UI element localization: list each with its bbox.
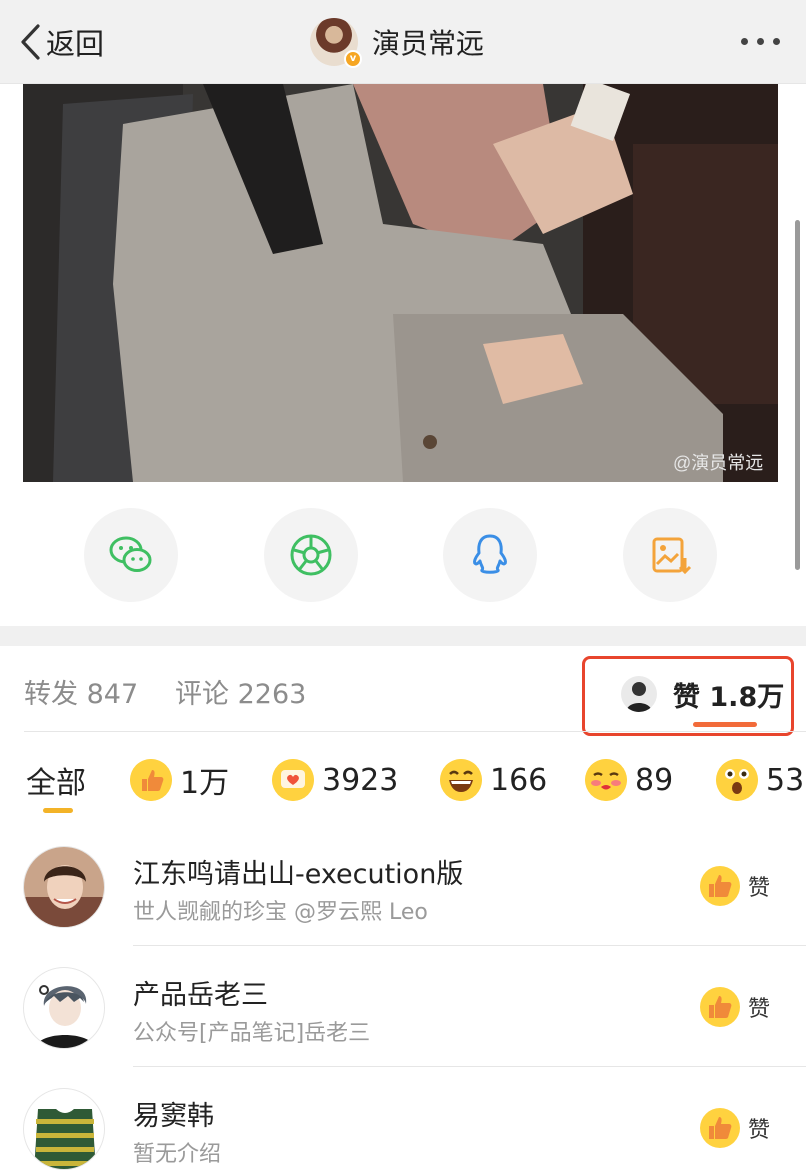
reaction-tab-all[interactable]: 全部 (26, 756, 86, 804)
reaction-count: 89 (635, 762, 674, 798)
like-button[interactable]: 赞 (700, 987, 770, 1027)
tab-comment[interactable]: 评论 2263 (175, 672, 306, 711)
surprise-icon (716, 759, 758, 801)
like-count-label: 赞 1.8万 (673, 682, 785, 713)
share-wechat-button[interactable] (84, 508, 178, 602)
heart-message-icon (272, 759, 314, 801)
user-name[interactable]: 产品岳老三 (133, 973, 268, 1012)
save-image-icon (652, 537, 692, 575)
active-tab-indicator (693, 722, 757, 727)
user-description: 暂无介绍 (133, 1142, 222, 1167)
tab-repost[interactable]: 转发 847 (24, 672, 138, 711)
divider (133, 1066, 806, 1067)
reaction-tab-love[interactable]: 3923 (272, 756, 398, 804)
page-title: 演员常远 (372, 27, 485, 60)
divider (24, 731, 806, 732)
photo-watermark: @演员常远 (673, 453, 763, 473)
qq-icon (473, 534, 507, 574)
list-item[interactable]: 产品岳老三 公众号[产品笔记]岳老三 赞 (0, 947, 806, 1067)
save-image-button[interactable] (623, 508, 717, 602)
reaction-count: 3923 (322, 762, 399, 798)
avatar[interactable] (23, 1088, 105, 1170)
top-nav-bar: 返回 v 演员常远 (0, 0, 806, 84)
like-button-label: 赞 (748, 997, 771, 1022)
user-name[interactable]: 江东鸣请出山-execution版 (133, 852, 463, 891)
reaction-tab-laugh[interactable]: 166 (440, 756, 547, 804)
reaction-tab-kiss[interactable]: 89 (585, 756, 673, 804)
back-button[interactable]: 返回 (18, 20, 104, 64)
avatar[interactable]: v (310, 18, 362, 68)
list-item[interactable]: 易窦韩 暂无介绍 赞 (0, 1068, 806, 1176)
reaction-count: 53 (766, 762, 805, 798)
like-button-label: 赞 (748, 1118, 771, 1143)
divider (133, 945, 806, 946)
user-name[interactable]: 易窦韩 (133, 1094, 214, 1133)
photo-illustration: @演员常远 (23, 84, 778, 482)
share-moments-button[interactable] (264, 508, 358, 602)
reaction-tab-all-label: 全部 (26, 766, 86, 801)
post-photo[interactable]: @演员常远 (23, 84, 778, 482)
reaction-count: 1万 (180, 766, 230, 801)
list-item[interactable]: 江东鸣请出山-execution版 世人觊觎的珍宝 @罗云熙 Leo 赞 (0, 826, 806, 946)
chevron-left-icon (21, 24, 40, 60)
user-description: 公众号[产品笔记]岳老三 (133, 1021, 371, 1046)
thumbs-up-icon (700, 1108, 740, 1148)
like-button[interactable]: 赞 (700, 866, 770, 906)
moments-icon (290, 534, 332, 576)
back-label: 返回 (46, 27, 105, 61)
more-options-icon[interactable] (741, 38, 780, 45)
like-button[interactable]: 赞 (700, 1108, 770, 1148)
reaction-tab-thumb[interactable]: 1万 (130, 756, 229, 804)
kiss-icon (585, 759, 627, 801)
wechat-icon (109, 536, 152, 572)
like-button-label: 赞 (748, 876, 771, 901)
avatar[interactable] (23, 967, 105, 1049)
active-tab-indicator (43, 808, 73, 813)
scrollbar[interactable] (795, 220, 800, 570)
tab-like[interactable]: 赞 1.8万 (582, 656, 794, 736)
section-divider (0, 626, 806, 646)
reaction-count: 166 (490, 762, 548, 798)
thumbs-up-icon (700, 987, 740, 1027)
thumbs-up-icon (130, 759, 172, 801)
laugh-icon (440, 759, 482, 801)
thumbs-up-icon (700, 866, 740, 906)
nav-profile[interactable]: v 演员常远 (310, 16, 484, 68)
verified-badge-icon: v (344, 50, 362, 68)
avatar[interactable] (23, 846, 105, 928)
reaction-tab-surprise[interactable]: 53 (716, 756, 804, 804)
share-qq-button[interactable] (443, 508, 537, 602)
user-description: 世人觊觎的珍宝 @罗云熙 Leo (133, 900, 428, 925)
avatar (621, 676, 657, 712)
